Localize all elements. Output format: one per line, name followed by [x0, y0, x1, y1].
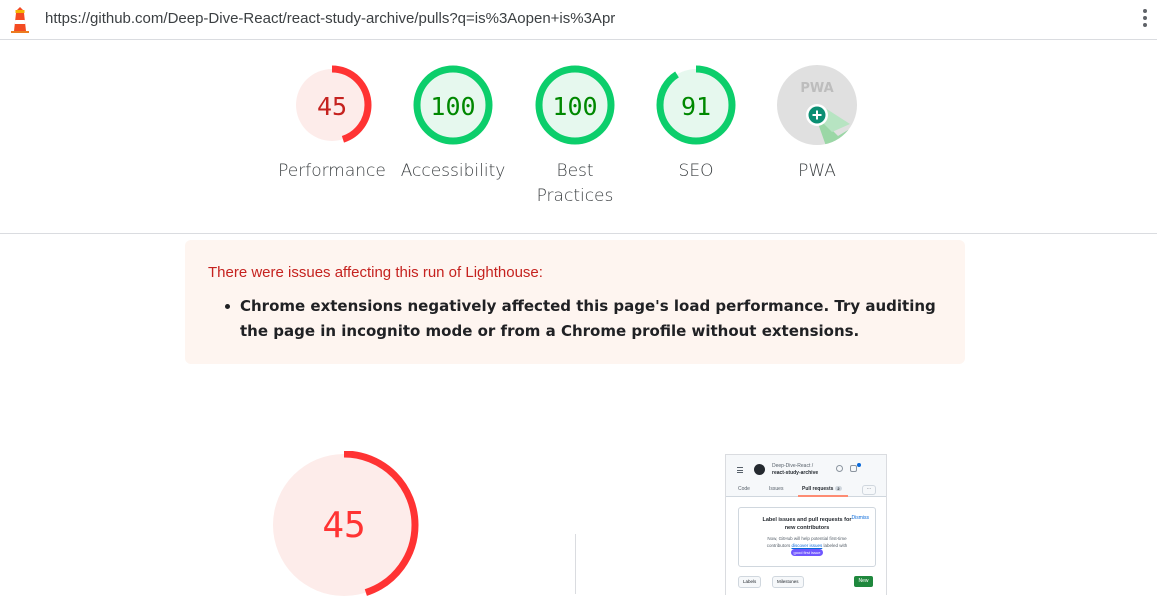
thumb-tab-code: Code [738, 486, 750, 492]
gauge-score: 100 [430, 92, 475, 121]
gauge-label: PWA [798, 161, 836, 181]
thumb-card-text-2: labeled with [823, 543, 848, 548]
gauge-label: Accessibility [400, 161, 506, 181]
active-tab-underline [798, 495, 848, 497]
thumb-milestones-button: Milestones [772, 576, 804, 588]
thumb-card: Label issues and pull requests for new c… [738, 507, 876, 567]
github-logo-icon [754, 464, 765, 475]
gauge-pwa[interactable]: PWA PWA [757, 64, 877, 184]
pwa-badge-text: PWA [800, 81, 833, 96]
gauge-ring: 100 [413, 65, 493, 145]
address-bar: https://github.com/Deep-Dive-React/react… [0, 0, 1157, 40]
kebab-menu-icon[interactable] [1141, 9, 1149, 31]
gauge-label: Best Practices [536, 161, 614, 206]
more-icon: ··· [862, 485, 876, 495]
pulse-icon [865, 465, 872, 472]
thumb-card-body: Now, GitHub will help potential first-ti… [757, 535, 857, 556]
thumb-pr-count: 2 [835, 486, 842, 491]
inbox-icon [850, 465, 857, 472]
gauge-label: SEO [678, 161, 714, 181]
performance-detail-gauge[interactable]: 45 [268, 451, 422, 601]
hamburger-icon [737, 467, 743, 475]
gauge-ring: 45 [292, 65, 372, 145]
warning-title: There were issues affecting this run of … [208, 264, 543, 281]
thumb-repo-name: react-study-archive [772, 470, 819, 476]
thumb-tab-pull-requests: Pull requests 2 [802, 486, 842, 492]
vertical-divider [575, 534, 576, 594]
thumb-card-link: discover issues [791, 543, 823, 548]
thumb-new-button: New [854, 576, 873, 587]
warning-list: Chrome extensions negatively affected th… [225, 294, 940, 344]
lighthouse-icon [11, 7, 29, 33]
gauge-label: Performance [278, 161, 386, 181]
thumb-header: Deep-Dive-React / react-study-archive [726, 455, 886, 483]
gauge-seo[interactable]: 91 SEO [636, 64, 756, 184]
thumb-dismiss: Dismiss [851, 515, 870, 521]
score-gauges: 45 Performance 100 Accessibility 100 Bes… [0, 40, 1157, 234]
gauge-accessibility[interactable]: 100 Accessibility [393, 64, 513, 184]
gauge-score: 45 [317, 92, 347, 121]
gauge-performance[interactable]: 45 Performance [272, 64, 392, 184]
gauge-best-practices[interactable]: 100 Best Practices [515, 64, 635, 209]
thumb-tab-pr-label: Pull requests [802, 486, 834, 492]
gauge-score: 100 [552, 92, 597, 121]
thumb-card-label: good first issue [790, 549, 824, 556]
thumb-tab-issues: Issues [769, 486, 784, 492]
warning-item: Chrome extensions negatively affected th… [225, 294, 940, 344]
final-screenshot-thumbnail[interactable]: Deep-Dive-React / react-study-archive Co… [725, 454, 887, 595]
thumb-tabs: Code Issues Pull requests 2 ··· [726, 483, 886, 497]
url-text[interactable]: https://github.com/Deep-Dive-React/react… [45, 10, 615, 27]
notification-dot [857, 463, 861, 467]
gauge-score: 91 [681, 92, 711, 121]
search-icon [836, 465, 843, 472]
thumb-repo-owner: Deep-Dive-React / [772, 463, 814, 469]
thumb-labels-button: Labels [738, 576, 762, 588]
warning-box: There were issues affecting this run of … [185, 240, 965, 364]
gauge-ring: 100 [535, 65, 615, 145]
pwa-badge-icon: PWA [777, 65, 857, 145]
performance-detail-score: 45 [322, 505, 365, 546]
gauge-ring: 91 [656, 65, 736, 145]
